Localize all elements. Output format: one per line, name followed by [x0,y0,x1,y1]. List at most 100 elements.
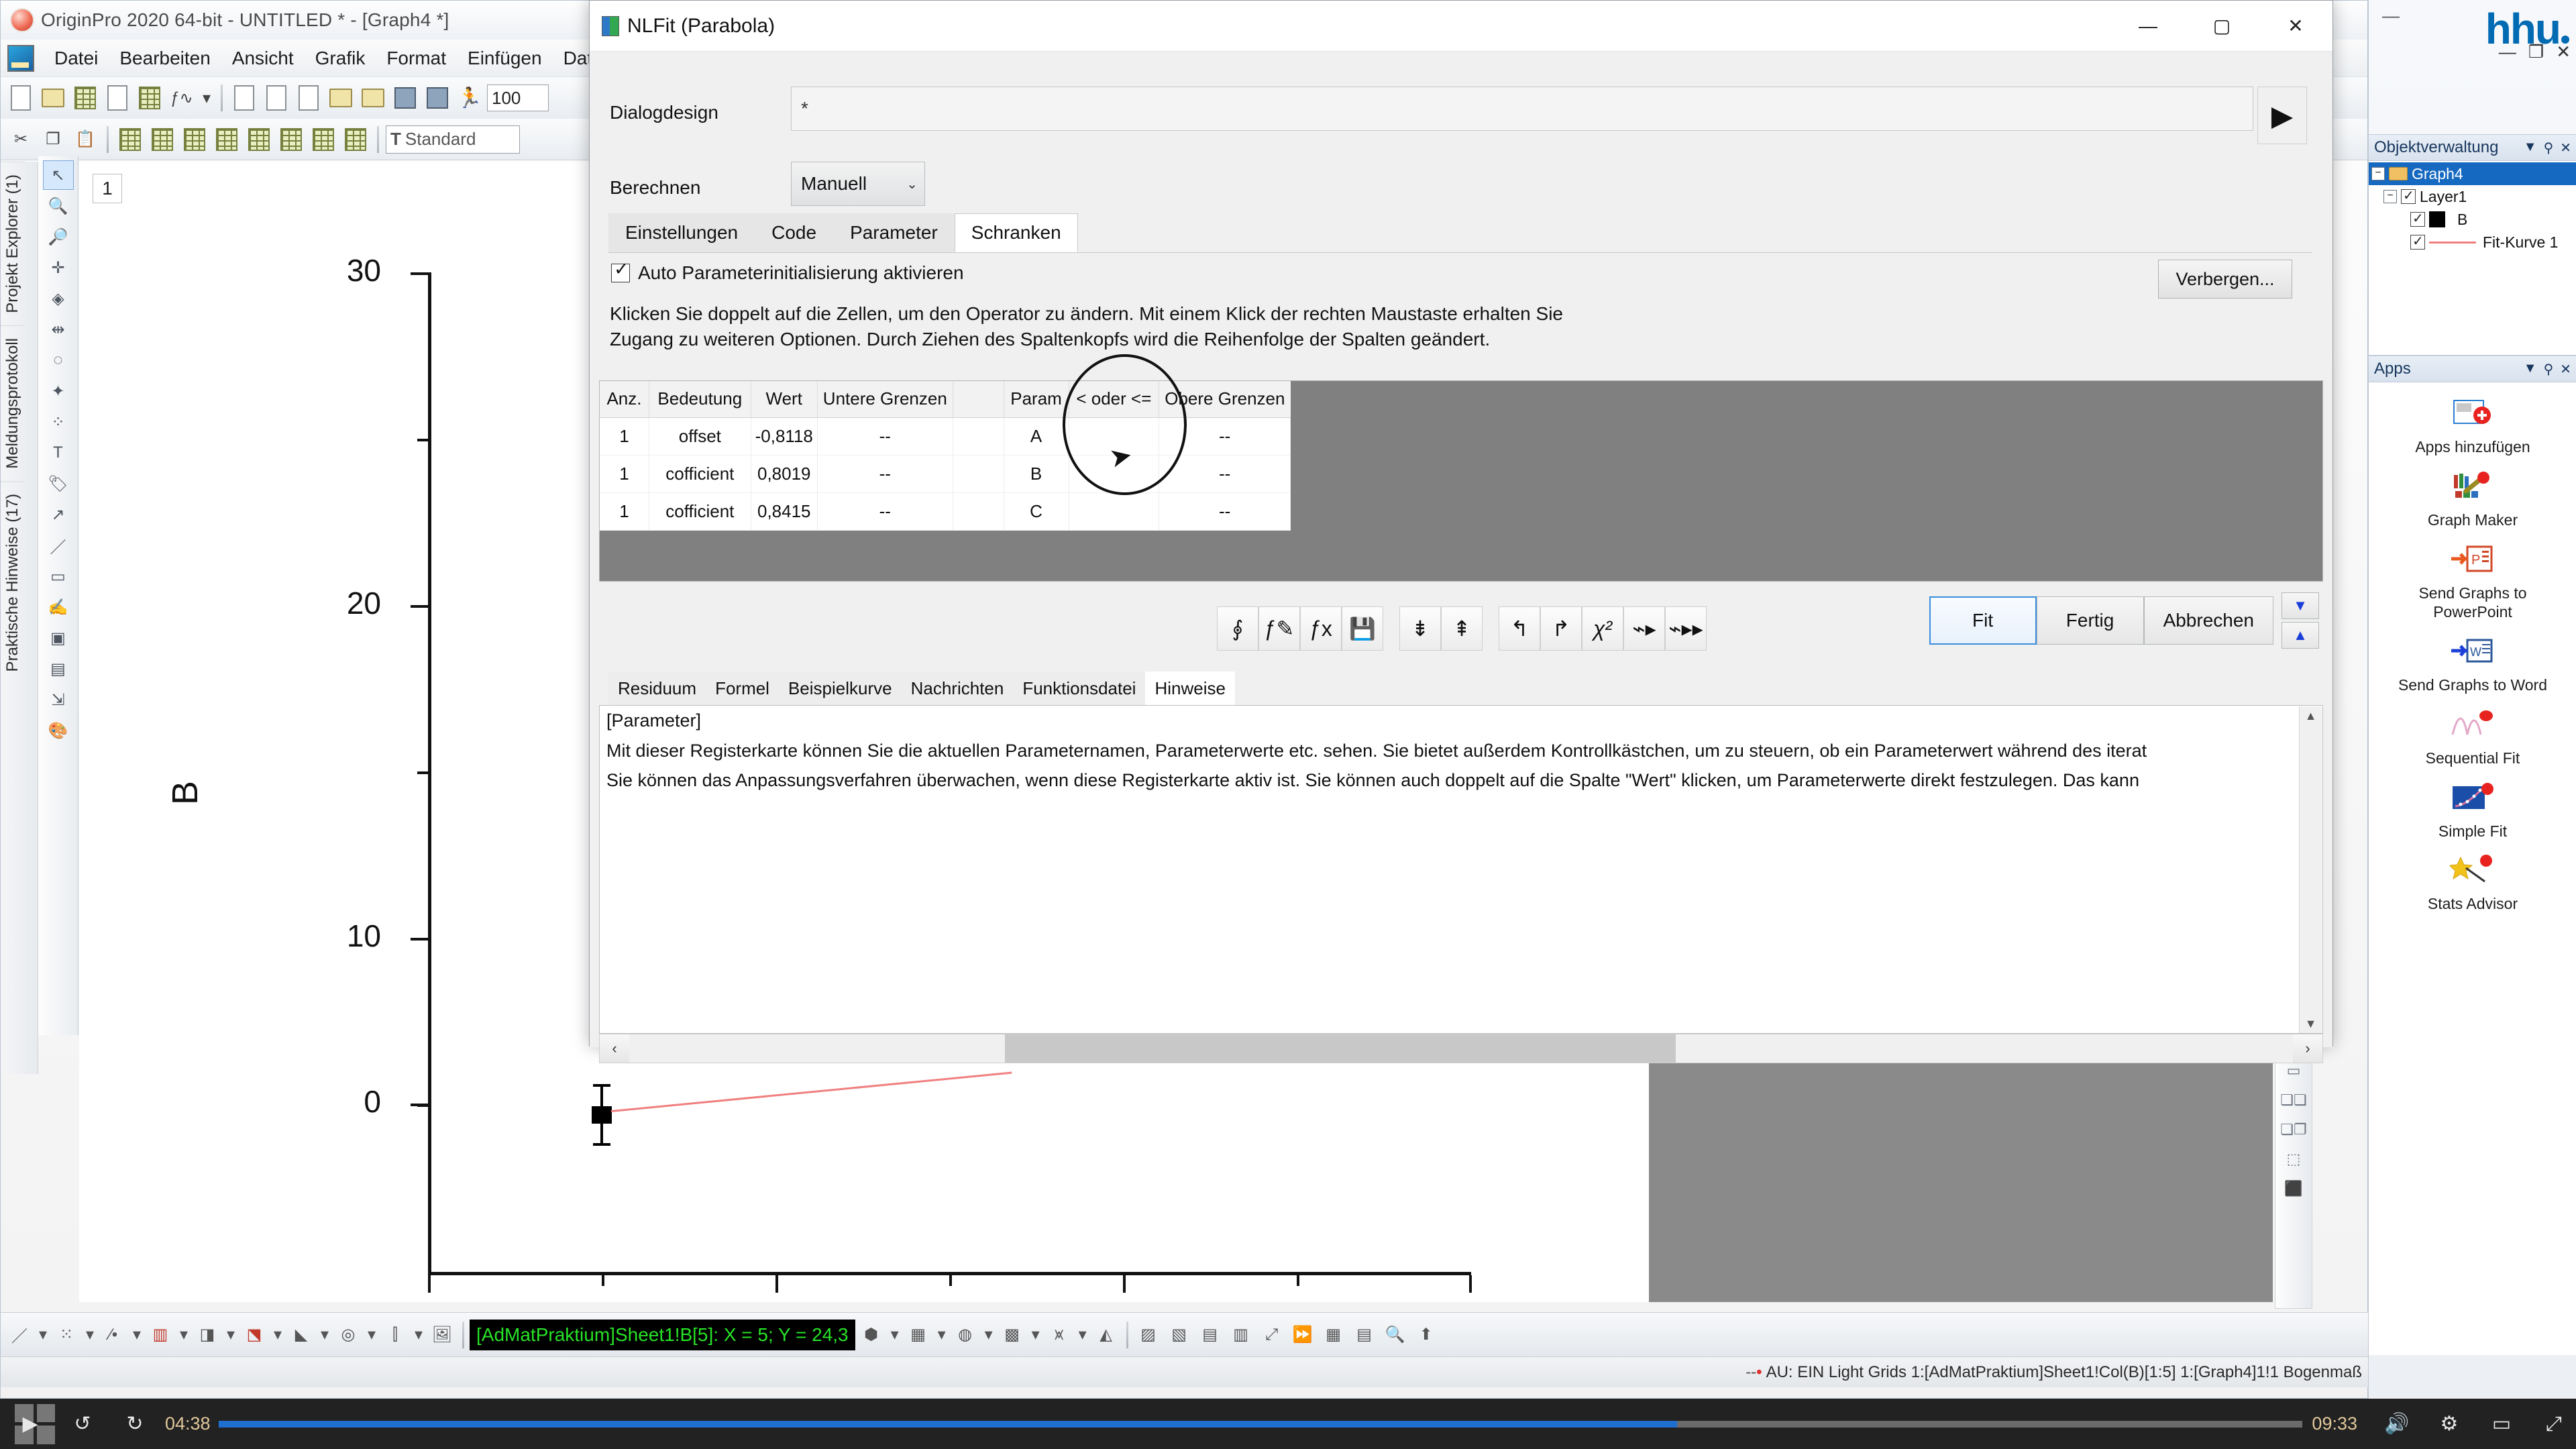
box-plot-icon[interactable]: ⫿ [380,1320,410,1350]
objmgr-close-icon[interactable]: ✕ [2560,140,2571,156]
cell-bedeutung[interactable]: offset [649,417,751,455]
sidebar-tab-projekt-explorer[interactable]: Projekt Explorer (1) [1,162,25,325]
zoom-out-tool-icon[interactable]: 🔎 [43,222,74,252]
copy-icon[interactable]: ❐ [38,125,68,154]
line-plot-dropdown-icon[interactable]: ▾ [36,1320,50,1350]
expander-icon[interactable]: − [2371,167,2385,180]
scroll-down-icon[interactable]: ▼ [2305,1014,2317,1033]
pie-dropdown-icon[interactable]: ▾ [270,1320,285,1350]
group-icon[interactable]: ⬚ [2280,1146,2307,1173]
annotation-tool-icon[interactable]: 🏷 [43,469,74,498]
search-function-icon[interactable]: ⨕ [1217,606,1258,651]
screen-reader-tool-icon[interactable]: ◈ [43,284,74,313]
column-plot-icon[interactable]: ▥ [146,1320,175,1350]
cut-icon[interactable]: ✂ [6,125,36,154]
fullscreen-icon[interactable]: ⤢ [2532,1402,2576,1446]
col-bedeutung[interactable]: Bedeutung [649,381,751,418]
cell-wert[interactable]: -0,8118 [751,417,818,455]
cell-param[interactable]: C [1004,492,1069,531]
line-symbol-dropdown-icon[interactable]: ▾ [129,1320,144,1350]
menu-format[interactable]: Format [376,45,457,72]
mdi-minimize-icon[interactable]: — [2382,5,2400,26]
objmgr-pin-icon[interactable]: ⚲ [2544,140,2554,156]
statistics-plot-icon[interactable]: ⩙ [1044,1320,1074,1350]
hscroll-thumb[interactable] [1005,1034,1676,1063]
nlfit-minimize-button[interactable]: — [2111,1,2185,52]
new-function-plot-icon[interactable]: ƒ∿ [167,83,197,113]
data-point-marker[interactable] [592,1106,612,1124]
cell-untere[interactable]: -- [817,417,953,455]
app-item-graph-maker[interactable]: Graph Maker [2379,468,2567,530]
btab-beispielkurve[interactable]: Beispielkurve [778,672,902,705]
tree-item-graph4[interactable]: − Graph4 [2369,162,2576,185]
cell-op1[interactable] [953,492,1004,531]
play-button-icon[interactable]: ▶ [8,1402,52,1446]
surface-plot-icon[interactable]: ▦ [904,1320,933,1350]
cell-op2[interactable] [1069,492,1160,531]
area-plot-icon[interactable]: ◨ [193,1320,222,1350]
nlfit-message-area[interactable]: [Parameter] Mit dieser Registerkarte kön… [599,705,2323,1034]
sidebar-tab-praktische-hinweise[interactable]: Praktische Hinweise (17) [1,480,25,684]
one-iteration-icon[interactable]: ⌁▸ [1623,606,1665,651]
cell-obere[interactable]: -- [1159,417,1291,455]
menu-ansicht[interactable]: Ansicht [221,45,305,72]
table-row[interactable]: 1 offset -0,8118 -- A -- [600,417,1291,455]
sort-ascending-icon[interactable]: ⇞ [1441,606,1483,651]
all-iterations-icon[interactable]: ⌁▸▸ [1665,606,1707,651]
menu-einfuegen[interactable]: Einfügen [457,45,553,72]
apps-close-icon[interactable]: ✕ [2560,361,2571,378]
cell-obere[interactable]: -- [1159,455,1291,493]
column-dropdown-icon[interactable]: ▾ [176,1320,191,1350]
objmgr-menu-icon[interactable]: ▼ [2524,140,2537,156]
graph-layer-number[interactable]: 1 [93,174,122,203]
pie-plot-icon[interactable]: ⬔ [239,1320,269,1350]
btab-hinweise[interactable]: Hinweise [1145,672,1235,705]
dialogdesign-expand-button[interactable]: ▶ [2257,87,2307,144]
save-project-icon[interactable] [390,83,420,113]
dialogdesign-input[interactable]: * [791,87,2253,131]
insert-row-icon[interactable] [180,125,209,154]
arrow-tool-icon[interactable]: ↗ [43,500,74,529]
abbrechen-button[interactable]: Abbrechen [2143,596,2273,645]
tree-item-layer1[interactable]: − Layer1 [2369,185,2576,208]
text-tool-icon[interactable]: T [43,438,74,468]
extract-graph-icon[interactable]: ▥ [1226,1320,1256,1350]
app-item-sequential-fit[interactable]: Sequential Fit [2379,706,2567,768]
col-anz[interactable]: Anz. [600,381,649,418]
tab-einstellungen[interactable]: Einstellungen [608,213,755,252]
auto-parameter-init-checkbox[interactable] [611,259,630,282]
new-workbook-icon[interactable] [70,83,100,113]
col-op2[interactable]: < oder <= [1069,381,1160,418]
insert-column-icon[interactable] [148,125,177,154]
cell-anz[interactable]: 1 [600,455,649,493]
mask-icon[interactable] [341,125,370,154]
window-minimize-icon[interactable]: — [2499,42,2516,62]
window-close-icon[interactable]: ✕ [2556,42,2571,62]
chi-square-icon[interactable]: χ² [1582,606,1623,651]
contour-dropdown-icon[interactable]: ▾ [981,1320,996,1350]
cell-bedeutung[interactable]: cofficient [649,492,751,531]
col-op1[interactable] [953,381,1004,418]
hscroll-right-icon[interactable]: › [2293,1034,2322,1063]
verbergen-button[interactable]: Verbergen... [2158,260,2292,299]
data-reader-tool-icon[interactable]: ✛ [43,253,74,282]
edit-function-icon[interactable]: ƒ✎ [1258,606,1300,651]
draw-data-tool-icon[interactable]: ⁘ [43,407,74,437]
polar-plot-icon[interactable]: ◎ [333,1320,363,1350]
new-excel-icon[interactable] [294,83,323,113]
fill-dropdown-icon[interactable]: ▾ [317,1320,332,1350]
line-symbol-plot-icon[interactable]: ⁄• [99,1320,128,1350]
contour-plot-icon[interactable]: ◍ [951,1320,980,1350]
ternary-plot-icon[interactable]: ◭ [1091,1320,1121,1350]
app-item-send-graphs-word[interactable]: W Send Graphs to Word [2379,633,2567,695]
cell-param[interactable]: B [1004,455,1069,493]
btab-residuum[interactable]: Residuum [608,672,706,705]
tab-schranken[interactable]: Schranken [954,213,1078,252]
save-template-icon[interactable] [423,83,452,113]
berechnen-select[interactable]: Manuell ⌄ [791,162,925,206]
picture-in-picture-icon[interactable]: ▭ [2479,1402,2524,1446]
add-graph-icon[interactable]: ▨ [1134,1320,1163,1350]
nlfit-close-button[interactable]: ✕ [2259,1,2332,52]
col-untere-grenzen[interactable]: Untere Grenzen [817,381,953,418]
zoom-level-input[interactable]: 100 [487,85,549,111]
